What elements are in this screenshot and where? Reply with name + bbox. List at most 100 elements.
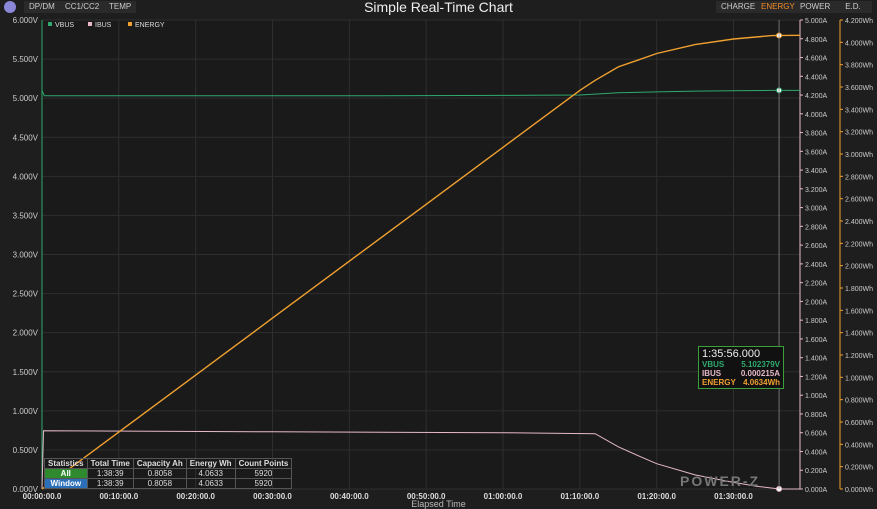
y-tick-voltage: 2.000V — [13, 329, 39, 338]
stats-header: Count Points — [234, 458, 293, 469]
y-tick-energy: 2.400Wh — [845, 219, 873, 226]
y-tick-current: 1.200A — [805, 374, 828, 381]
tooltip-value: 0.000215A — [740, 369, 780, 378]
tooltip-value: 4.0634Wh — [743, 378, 780, 387]
y-tick-current: 0.600A — [805, 431, 828, 438]
y-tick-voltage: 1.000V — [13, 407, 39, 416]
legend-swatch-energy — [128, 22, 132, 26]
y-tick-voltage: 4.500V — [13, 133, 39, 142]
stats-header: Capacity Ah — [132, 458, 187, 469]
legend-label-energy: ENERGY — [135, 22, 165, 29]
y-tick-current: 4.200A — [805, 93, 828, 100]
stats-row-all: All 1:38:39 0.8058 4.0633 5920 — [44, 468, 293, 479]
y-tick-current: 0.400A — [805, 449, 828, 456]
stats-cell: 1:38:39 — [86, 468, 134, 479]
stats-header: Statistics — [44, 458, 88, 469]
y-tick-energy: 3.600Wh — [845, 85, 873, 92]
chart[interactable]: 0.000V0.500V1.000V1.500V2.000V2.500V3.00… — [0, 0, 877, 509]
legend-swatch-vbus — [48, 22, 52, 26]
y-tick-current: 2.600A — [805, 243, 828, 250]
y-tick-voltage: 3.500V — [13, 211, 39, 220]
stats-cell: 0.8058 — [132, 478, 187, 489]
y-tick-current: 3.800A — [805, 131, 828, 138]
legend-swatch-ibus — [88, 22, 92, 26]
y-tick-energy: 3.000Wh — [845, 152, 873, 159]
stats-window-button[interactable]: Window — [44, 478, 88, 489]
y-tick-current: 1.400A — [805, 356, 828, 363]
tab-power[interactable]: POWER — [795, 1, 836, 13]
y-tick-voltage: 4.000V — [13, 172, 39, 181]
y-tick-energy: 1.600Wh — [845, 308, 873, 315]
y-tick-energy: 1.400Wh — [845, 331, 873, 338]
stats-row-window: Window 1:38:39 0.8058 4.0633 5920 — [44, 478, 293, 489]
tooltip-time: 1:35:56.000 — [702, 348, 761, 360]
y-tick-voltage: 1.500V — [13, 368, 39, 377]
stats-cell: 5920 — [234, 468, 293, 479]
y-tick-energy: 0.000Wh — [845, 487, 873, 494]
y-tick-current: 1.600A — [805, 337, 828, 344]
y-tick-energy: 1.200Wh — [845, 353, 873, 360]
y-tick-current: 1.000A — [805, 393, 828, 400]
y-tick-current: 3.400A — [805, 168, 828, 175]
y-tick-energy: 1.000Wh — [845, 375, 873, 382]
y-tick-energy: 2.600Wh — [845, 197, 873, 204]
y-tick-current: 4.000A — [805, 112, 828, 119]
y-tick-energy: 1.800Wh — [845, 286, 873, 293]
y-tick-current: 0.200A — [805, 468, 828, 475]
x-axis-label: Elapsed Time — [411, 499, 466, 509]
stats-cell: 4.0633 — [185, 468, 236, 479]
y-tick-voltage: 5.500V — [13, 55, 39, 64]
y-tick-energy: 0.400Wh — [845, 442, 873, 449]
y-tick-energy: 2.800Wh — [845, 174, 873, 181]
y-tick-energy: 3.800Wh — [845, 63, 873, 70]
legend-label-vbus: VBUS — [55, 22, 74, 29]
y-tick-current: 0.800A — [805, 412, 828, 419]
stats-cell: 0.8058 — [132, 468, 187, 479]
y-tick-energy: 2.200Wh — [845, 241, 873, 248]
y-tick-current: 4.800A — [805, 37, 828, 44]
y-tick-energy: 4.200Wh — [845, 18, 873, 25]
y-tick-current: 3.200A — [805, 187, 828, 194]
tooltip-value: 5.102379V — [741, 360, 780, 369]
y-tick-energy: 2.000Wh — [845, 264, 873, 271]
power-z-watermark: POWER-Z — [680, 473, 761, 489]
top-bar: DP/DM CC1/CC2 TEMP Simple Real-Time Char… — [0, 0, 877, 15]
y-tick-current: 4.400A — [805, 74, 828, 81]
app-window: 0.000V 0.500V 1.000V 1.500V 2.000V 2.500V 3.00… — [0, 0, 877, 509]
y-tick-energy: 0.200Wh — [845, 465, 873, 472]
y-tick-voltage: 2.500V — [13, 290, 39, 299]
y-tick-voltage: 0.500V — [13, 446, 39, 455]
tooltip-label: VBUS — [702, 360, 725, 369]
cursor-tooltip: 1:35:56.000 VBUS 5.102379V IBUS 0.000215A … — [698, 346, 784, 389]
y-tick-voltage: 6.000V — [13, 16, 39, 25]
y-tick-current: 3.600A — [805, 149, 828, 156]
stats-all-button[interactable]: All — [44, 468, 88, 479]
tab-energy[interactable]: ENERGY — [756, 1, 800, 13]
y-tick-energy: 3.200Wh — [845, 130, 873, 137]
statistics-table: Statistics Total Time Capacity Ah Energy… — [44, 458, 293, 489]
tooltip-label: ENERGY — [702, 378, 736, 387]
y-tick-current: 2.200A — [805, 281, 828, 288]
y-tick-energy: 0.600Wh — [845, 420, 873, 427]
y-tick-current: 2.400A — [805, 262, 828, 269]
y-tick-current: 1.800A — [805, 318, 828, 325]
y-tick-current: 0.000A — [805, 487, 828, 494]
y-tick-current: 2.800A — [805, 224, 828, 231]
y-tick-current: 5.000A — [805, 18, 828, 25]
tooltip-label: IBUS — [702, 369, 722, 378]
legend-label-ibus: IBUS — [95, 22, 112, 29]
stats-header: Total Time — [86, 458, 134, 469]
y-tick-energy: 3.400Wh — [845, 107, 873, 114]
y-tick-current: 3.000A — [805, 206, 828, 213]
tab-ed[interactable]: E.D. — [834, 1, 872, 13]
y-tick-current: 2.000A — [805, 299, 828, 306]
y-tick-voltage: 3.000V — [13, 251, 39, 260]
stats-cell: 4.0633 — [185, 478, 236, 489]
y-tick-energy: 4.000Wh — [845, 40, 873, 47]
tab-charge[interactable]: CHARGE — [716, 1, 761, 13]
stats-cell: 5920 — [234, 478, 293, 489]
y-tick-current: 4.600A — [805, 56, 828, 63]
y-tick-voltage: 5.000V — [13, 94, 39, 103]
y-tick-energy: 0.800Wh — [845, 398, 873, 405]
stats-cell: 1:38:39 — [86, 478, 134, 489]
